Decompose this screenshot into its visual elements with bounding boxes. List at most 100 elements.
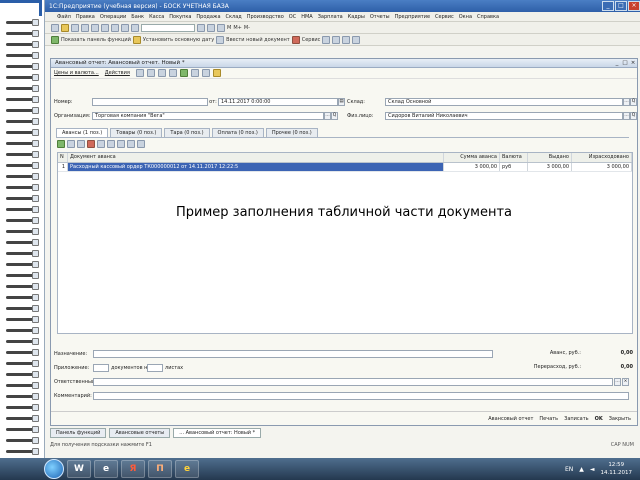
table-icon[interactable] [352,35,361,44]
comment-field[interactable] [93,392,629,400]
journal-icon[interactable] [332,35,341,44]
functions-panel-icon[interactable] [51,35,59,44]
report-icon[interactable] [322,35,331,44]
write-button[interactable]: Записать [564,416,588,422]
col-advance-sum[interactable]: Сумма аванса [444,153,500,162]
menu-item-edit[interactable]: Правка [76,14,95,20]
attach-sheets-field[interactable] [147,364,163,372]
menu-item-help[interactable]: Справка [477,14,499,20]
advances-table[interactable]: N Документ аванса Сумма аванса Валюта Вы… [57,152,633,334]
list-icon[interactable] [342,35,351,44]
tab-payment[interactable]: Оплата (0 поз.) [211,128,264,137]
col-n[interactable]: N [58,153,68,162]
menu-item-enterprise[interactable]: Предприятие [395,14,430,20]
menu-item-production[interactable]: Производство [247,14,284,20]
calendar-icon[interactable] [217,23,225,32]
find-icon[interactable] [197,23,205,32]
menu-item-intangibles[interactable]: НМА [301,14,313,20]
print-button[interactable]: Печать [539,416,558,422]
taskbar-yandex-icon[interactable]: Я [121,460,145,478]
grid-sort-desc-icon[interactable] [137,140,145,148]
col-currency[interactable]: Валюта [500,153,528,162]
menu-item-staff[interactable]: Кадры [348,14,365,20]
taskbar-presentation-icon[interactable]: П [148,460,172,478]
taskbar-ie-icon[interactable]: e [94,460,118,478]
taskbar-1c-icon[interactable]: е [175,460,199,478]
responsible-clear-icon[interactable]: × [622,378,629,386]
set-main-date-button[interactable]: Установить основную дату [143,37,214,43]
date-picker-icon[interactable]: ▤ [338,97,345,106]
cell-advance-doc[interactable]: Расходный кассовый ордер ТК000000012 от … [68,163,444,171]
menu-item-cash[interactable]: Касса [149,14,164,20]
cut-icon[interactable] [81,23,89,32]
redo-icon[interactable] [131,23,139,32]
menu-item-purchase[interactable]: Покупка [169,14,191,20]
grid-sort-asc-icon[interactable] [127,140,135,148]
date-icon[interactable] [132,35,141,44]
print-icon[interactable] [111,23,119,32]
service-icon[interactable] [291,35,300,44]
tab-other[interactable]: Прочее (0 поз.) [265,128,318,137]
close-button[interactable]: Закрыть [609,416,631,422]
menu-item-operations[interactable]: Операции [100,14,126,20]
ok-button[interactable]: OK [595,416,603,422]
memory-m-minus[interactable]: М- [244,25,250,31]
person-select-icon[interactable]: … [623,111,630,120]
org-select-icon[interactable]: … [324,111,331,120]
warehouse-field[interactable]: Склад Основной [385,97,623,106]
cell-currency[interactable]: руб [500,163,528,171]
responsible-field[interactable] [93,378,613,386]
new-doc-icon[interactable] [51,23,59,32]
cell-spent[interactable]: 3 000,00 [572,163,632,171]
enter-new-document-button[interactable]: Ввести новый документ [226,37,290,43]
open-icon[interactable] [61,23,69,32]
org-field[interactable]: Торговая компания "Вега" [92,111,324,120]
add-row-icon[interactable] [135,69,144,77]
person-field[interactable]: Сидоров Виталий Николаевич [385,111,623,120]
tab-containers[interactable]: Тара (0 поз.) [164,128,210,137]
menu-item-warehouse[interactable]: Склад [226,14,242,20]
grid-delete-icon[interactable] [87,140,95,148]
menu-item-salary[interactable]: Зарплата [318,14,343,20]
language-indicator[interactable]: EN [565,466,573,473]
person-open-icon[interactable]: Q [630,111,637,120]
save-icon[interactable] [71,23,79,32]
taskbar-word-icon[interactable]: W [67,460,91,478]
grid-edit-icon[interactable] [77,140,85,148]
menu-item-fixed-assets[interactable]: ОС [289,14,296,20]
menu-item-reports[interactable]: Отчеты [370,14,390,20]
maximize-icon[interactable]: □ [615,1,627,11]
warehouse-select-icon[interactable]: … [623,97,630,106]
start-button[interactable] [44,459,64,479]
grid-copy-icon[interactable] [67,140,75,148]
grid-end-edit-icon[interactable] [97,140,105,148]
menu-item-file[interactable]: Файл [57,14,71,20]
clock[interactable]: 12:59 14.11.2017 [601,461,633,477]
paste-icon[interactable] [101,23,109,32]
cell-issued[interactable]: 3 000,00 [528,163,572,171]
col-advance-doc[interactable]: Документ аванса [68,153,444,162]
new-document-icon[interactable] [216,35,225,44]
window-tab-advance-reports[interactable]: Авансовые отчеты [109,428,171,438]
actions-menu[interactable]: Действия [105,70,130,76]
edit-icon[interactable] [157,69,166,77]
purpose-field[interactable] [93,350,493,358]
calc-icon[interactable] [207,23,215,32]
menu-item-service[interactable]: Сервис [435,14,454,20]
responsible-select-icon[interactable]: … [614,378,621,386]
minimize-icon[interactable]: _ [602,1,614,11]
menu-item-sales[interactable]: Продажа [196,14,220,20]
window-tab-functions[interactable]: Панель функций [50,428,107,438]
table-row[interactable]: 1 Расходный кассовый ордер ТК000000012 о… [58,163,632,172]
col-spent[interactable]: Израсходовано [572,153,632,162]
grid-down-icon[interactable] [117,140,125,148]
post-icon[interactable] [179,69,188,77]
memory-m-plus[interactable]: М+ [233,25,242,31]
attach-docs-field[interactable] [93,364,109,372]
copy-icon[interactable] [91,23,99,32]
toolbar-search-input[interactable] [141,23,195,32]
cell-advance-sum[interactable]: 3 000,00 [444,163,500,171]
warehouse-open-icon[interactable]: Q [630,97,637,106]
grid-up-icon[interactable] [107,140,115,148]
close-icon[interactable]: × [628,1,640,11]
